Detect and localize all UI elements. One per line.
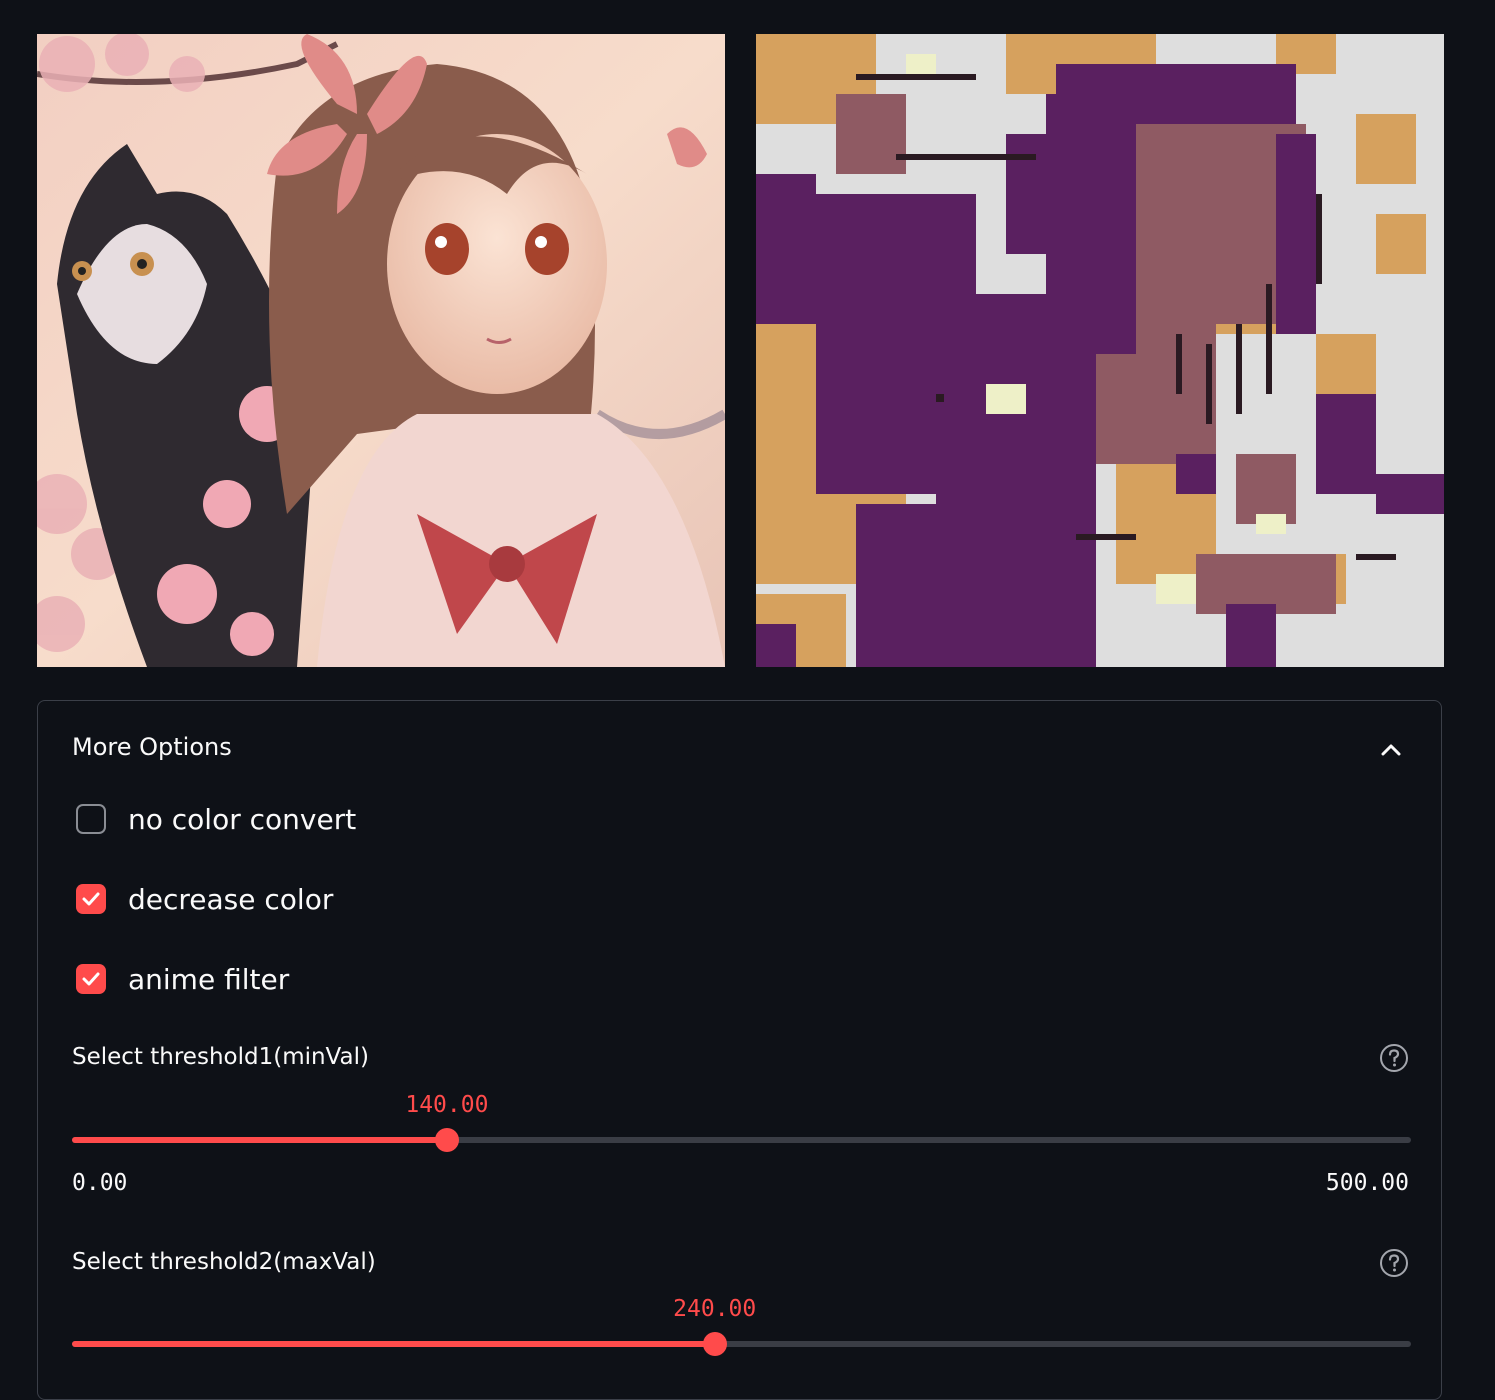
slider-track[interactable] bbox=[72, 1332, 1411, 1356]
checkbox-label: decrease color bbox=[128, 882, 334, 916]
slider-min: 0.00 bbox=[72, 1170, 128, 1196]
slider-threshold1-label: Select threshold1(minVal) bbox=[72, 1044, 369, 1070]
check-icon bbox=[82, 972, 100, 986]
checkbox-decrease-color[interactable]: decrease color bbox=[76, 881, 333, 917]
expander-title[interactable]: More Options bbox=[72, 733, 232, 761]
checkbox-no-color-convert[interactable]: no color convert bbox=[76, 801, 356, 837]
more-options-expander: More Options no color convert decrease c… bbox=[37, 700, 1442, 1400]
checkbox-unchecked-icon[interactable] bbox=[76, 804, 106, 834]
slider-thumb[interactable] bbox=[702, 1332, 727, 1356]
converted-image bbox=[756, 34, 1444, 667]
help-icon[interactable] bbox=[1379, 1248, 1409, 1278]
checkbox-label: no color convert bbox=[128, 802, 357, 836]
slider-track[interactable] bbox=[72, 1128, 1411, 1152]
checkbox-checked-icon[interactable] bbox=[76, 964, 106, 994]
checkbox-anime-filter[interactable]: anime filter bbox=[76, 961, 289, 997]
checkbox-checked-icon[interactable] bbox=[76, 884, 106, 914]
help-icon[interactable] bbox=[1379, 1043, 1409, 1073]
chevron-up-icon[interactable] bbox=[1378, 737, 1404, 763]
slider-thumb[interactable] bbox=[434, 1128, 459, 1152]
check-icon bbox=[82, 892, 100, 906]
slider-value: 240.00 bbox=[673, 1296, 757, 1322]
slider-threshold2-label: Select threshold2(maxVal) bbox=[72, 1249, 376, 1275]
original-image bbox=[37, 34, 725, 667]
slider-value: 140.00 bbox=[405, 1092, 489, 1118]
slider-fill bbox=[72, 1341, 715, 1347]
slider-fill bbox=[72, 1137, 447, 1143]
slider-max: 500.00 bbox=[1325, 1170, 1409, 1196]
checkbox-label: anime filter bbox=[128, 962, 290, 996]
